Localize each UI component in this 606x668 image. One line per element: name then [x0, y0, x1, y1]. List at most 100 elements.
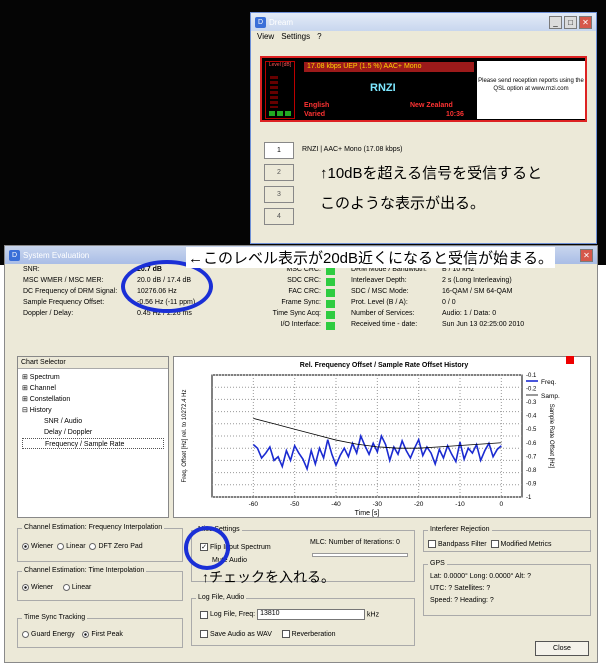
gps-title: GPS [428, 560, 447, 567]
interferer-group: Interferer Rejection Bandpass Filter Mod… [423, 526, 591, 552]
save-wav-checkbox[interactable]: Save Audio as WAV [200, 630, 272, 638]
sdc-msc-label: SDC / MSC Mode: [351, 288, 409, 295]
tree-item-4[interactable]: SNR / Audio [22, 416, 164, 427]
chart-title: Rel. Frequency Offset / Sample Rate Offs… [300, 362, 469, 369]
annotation-3: ↑チェックを入れる。 [202, 569, 335, 585]
qsl-message: Please send reception reports using the … [477, 61, 585, 119]
y2-tick-label: -1 [526, 495, 532, 501]
log-freq-checkbox[interactable]: Log File, Freq: [200, 610, 255, 619]
tree-item-2[interactable]: ⊞ Constellation [22, 394, 164, 405]
radio-freq-dft[interactable]: DFT Zero Pad [89, 543, 143, 550]
sdc-crc-label: SDC CRC: [287, 277, 321, 284]
freq-interp-title: Channel Estimation: Frequency Interpolat… [22, 524, 165, 531]
crc-indicators: MSC CRC: SDC CRC: FAC CRC: Frame Sync: T… [215, 266, 343, 346]
receiver-display: Level [dB] 17.08 kbps UEP (1.5 %) AAC+ M… [260, 56, 587, 122]
x-tick-label: -10 [455, 501, 465, 508]
dream-app-icon: D [255, 16, 266, 28]
y-axis-label: Freq. Offset [Hz] rel. to 10272.4 Hz [182, 390, 188, 483]
y2-tick-label: -0.4 [526, 414, 537, 420]
close-button[interactable]: Close [535, 641, 589, 656]
history-chart: Rel. Frequency Offset / Sample Rate Offs… [182, 362, 560, 517]
y2-tick-label: -0.3 [526, 400, 537, 406]
radio-freq-wiener[interactable]: Wiener [22, 543, 53, 550]
reverberation-checkbox[interactable]: Reverberation [281, 630, 336, 638]
chart-selector-tree: ⊞ Spectrum ⊞ Channel ⊞ Constellation ⊟ Hist… [18, 369, 168, 452]
service-1-label: RNZI | AAC+ Mono (17.08 kbps) [302, 146, 403, 153]
mlc-slider[interactable] [312, 553, 408, 557]
annotation-top: ←このレベル表示が20dB近くになると受信が始まる。 [186, 247, 556, 268]
num-services-label: Number of Services: [351, 310, 415, 317]
radio-freq-linear[interactable]: Linear [57, 543, 86, 550]
menu-view[interactable]: View [257, 32, 274, 44]
time-interp-group: Channel Estimation: Time Interpolation W… [17, 567, 183, 601]
tree-item-1[interactable]: ⊞ Channel [22, 383, 164, 394]
minimize-button[interactable]: _ [549, 15, 562, 29]
freq-unit: kHz [367, 611, 380, 619]
legend-samp-label: Samp. [541, 393, 560, 400]
y2-tick-label: -0.2 [526, 387, 537, 393]
service-button-2[interactable]: 2 [264, 164, 294, 181]
freq-interp-group: Channel Estimation: Frequency Interpolat… [17, 524, 183, 562]
log-freq-input[interactable]: 13810 [257, 609, 366, 620]
modified-metrics-checkbox[interactable]: Modified Metrics [490, 540, 552, 548]
x-tick-label: -50 [290, 501, 300, 508]
x-tick-label: -40 [331, 501, 341, 508]
sdc-crc-led [326, 278, 335, 286]
time-sync-led [326, 311, 335, 319]
time-sync-title: Time Sync Tracking [22, 614, 88, 621]
mlc-iterations-label: MLC: Number of Iterations: 0 [310, 539, 400, 546]
eval-app-icon: D [9, 249, 20, 261]
mer-label: MSC WMER / MSC MER: [23, 277, 104, 284]
tree-item-0[interactable]: ⊞ Spectrum [22, 372, 164, 383]
bandpass-checkbox[interactable]: Bandpass Filter [428, 540, 487, 548]
language-text: English [304, 102, 330, 109]
eval-close-window-button[interactable]: ✕ [580, 248, 593, 262]
tree-item-5[interactable]: Delay / Doppler [22, 427, 164, 438]
bitrate-text: 17.08 kbps UEP (1.5 %) AAC+ Mono [304, 62, 474, 72]
sdc-msc-value: 16-QAM / SM 64-QAM [442, 288, 513, 295]
service-button-3[interactable]: 3 [264, 186, 294, 203]
level-meter: Level [dB] [265, 61, 295, 119]
log-file-title: Log File, Audio [196, 594, 247, 601]
menu-settings[interactable]: Settings [281, 32, 310, 44]
y2-tick-label: -0.1 [526, 373, 537, 379]
radio-time-wiener[interactable]: Wiener [22, 584, 53, 591]
service-name: RNZI [370, 82, 396, 94]
x-tick-label: -30 [373, 501, 383, 508]
close-window-button[interactable]: ✕ [579, 15, 592, 29]
io-interface-label: I/O Interface: [280, 321, 321, 328]
tree-item-3[interactable]: ⊟ History [22, 405, 164, 416]
tree-item-6[interactable]: Frequency / Sample Rate [22, 438, 164, 449]
gps-line-1: Lat: 0.0000° Long: 0.0000° Alt: ? [430, 573, 531, 580]
y2-tick-label: -0.5 [526, 427, 537, 433]
prot-level-label: Prot. Level (B / A): [351, 299, 408, 306]
legend-freq-label: Freq. [541, 379, 556, 386]
radio-first-peak[interactable]: First Peak [82, 631, 123, 638]
drm-info: DRM Mode / Bandwidth: B / 10 kHz Interlea… [347, 266, 587, 346]
gps-line-2: UTC: ? Satellites: ? [430, 585, 491, 592]
menu-bar: View Settings ? [251, 31, 596, 45]
radio-time-linear[interactable]: Linear [62, 584, 91, 591]
dc-freq-label: DC Frequency of DRM Signal: [23, 288, 118, 295]
y2-tick-label: -0.8 [526, 468, 537, 474]
interferer-title: Interferer Rejection [428, 526, 492, 533]
maximize-button[interactable]: □ [564, 15, 577, 29]
y2-tick-label: -0.9 [526, 481, 537, 487]
level-meter-green-bars [269, 111, 291, 116]
x-axis-label: Time [s] [355, 510, 380, 517]
radio-guard-energy[interactable]: Guard Energy [22, 631, 75, 638]
history-chart-panel: Rel. Frequency Offset / Sample Rate Offs… [173, 356, 591, 518]
num-services-value: Audio: 1 / Data: 0 [442, 310, 497, 317]
io-interface-led [326, 322, 335, 330]
service-button-4[interactable]: 4 [264, 208, 294, 225]
time-sync-group: Time Sync Tracking Guard Energy First Pe… [17, 614, 183, 648]
level-meter-label: Level [dB] [268, 62, 292, 68]
service-button-1[interactable]: 1 [264, 142, 294, 159]
x-tick-label: -60 [249, 501, 259, 508]
doppler-label: Doppler / Delay: [23, 310, 74, 317]
frame-sync-label: Frame Sync: [281, 299, 321, 306]
y2-axis-label: Sample Rate Offset [Hz] [548, 404, 554, 469]
sample-freq-label: Sample Frequency Offset: [23, 299, 105, 306]
menu-help[interactable]: ? [317, 32, 321, 44]
received-time-label: Received time - date: [351, 321, 418, 328]
